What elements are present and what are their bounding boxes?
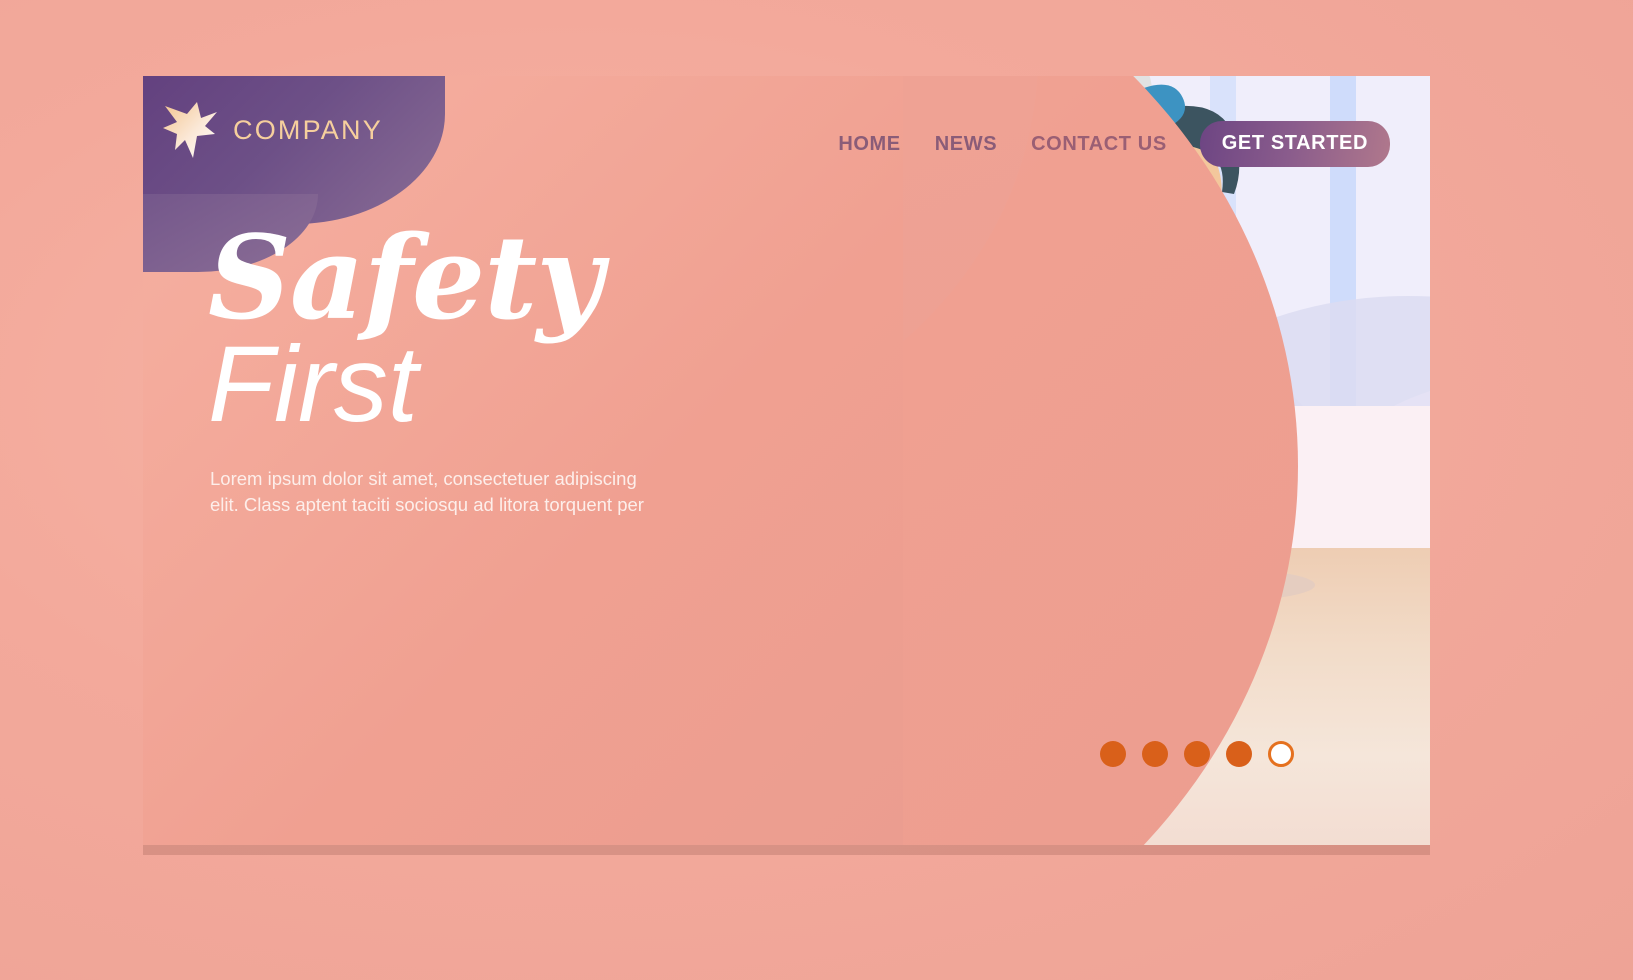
carousel-pagination — [1100, 741, 1294, 767]
nav-item-contact-us[interactable]: CONTACT US — [1014, 133, 1184, 156]
carousel-dot-5-active[interactable] — [1268, 741, 1294, 767]
brand-logo[interactable]: COMPANY — [163, 100, 383, 160]
main-navigation: HOME NEWS CONTACT US GET STARTED — [821, 121, 1390, 167]
carousel-dot-3[interactable] — [1184, 741, 1210, 767]
star-burst-logo-icon — [163, 102, 217, 158]
nav-item-home[interactable]: HOME — [821, 133, 917, 156]
hero-card-shadow — [143, 845, 1430, 855]
get-started-button[interactable]: GET STARTED — [1199, 121, 1390, 167]
hero-body-text: Lorem ipsum dolor sit amet, consectetuer… — [210, 468, 644, 515]
hero-card: COMPANY HOME NEWS CONTACT US GET STARTED… — [143, 76, 1430, 845]
carousel-dot-2[interactable] — [1142, 741, 1168, 767]
carousel-dot-1[interactable] — [1100, 741, 1126, 767]
company-name: COMPANY — [233, 114, 383, 145]
hero-headline: Safety First — [208, 211, 603, 439]
nav-item-news[interactable]: NEWS — [918, 133, 1014, 156]
headline-line-1: Safety — [208, 211, 603, 346]
carousel-dot-4[interactable] — [1226, 741, 1252, 767]
